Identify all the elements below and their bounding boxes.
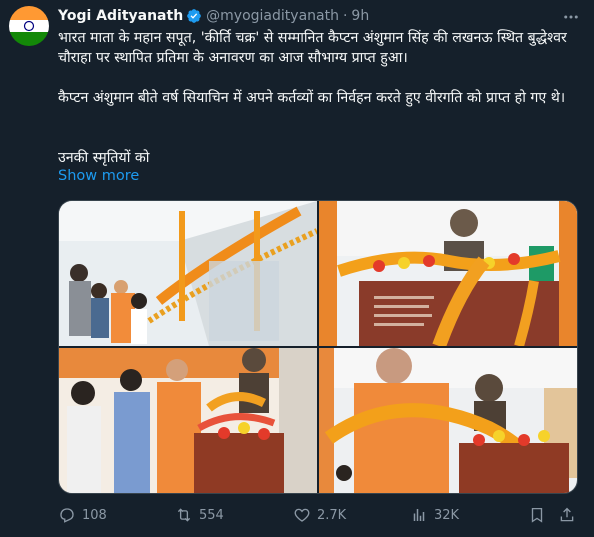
- like-button[interactable]: 2.7K: [293, 505, 346, 525]
- photo-4[interactable]: [319, 348, 577, 493]
- photo-2[interactable]: [319, 201, 577, 346]
- reply-icon: [60, 508, 74, 523]
- bookmark-button[interactable]: [528, 505, 552, 525]
- share-button[interactable]: [558, 505, 582, 525]
- like-count: 2.7K: [317, 507, 347, 523]
- photo-3[interactable]: [59, 348, 317, 493]
- views-count: 32K: [434, 507, 460, 523]
- action-bar: 108 554 2.7K 32K: [58, 505, 578, 525]
- analytics-icon: [413, 509, 425, 521]
- reply-count: 108: [82, 507, 107, 523]
- tweet-text-paragraph-3: उनकी स्मृतियों को: [58, 150, 150, 166]
- retweet-count: 554: [199, 507, 224, 523]
- retweet-button[interactable]: 554: [175, 505, 224, 525]
- avatar[interactable]: [9, 6, 49, 46]
- heart-icon: [294, 508, 310, 522]
- timestamp[interactable]: 9h: [351, 8, 369, 24]
- views-button[interactable]: 32K: [410, 505, 459, 525]
- bookmark-icon: [531, 507, 543, 523]
- media-grid: [58, 200, 578, 494]
- verified-badge-icon: [186, 8, 202, 24]
- tweet[interactable]: Yogi Adityanath @myogiadityanath · 9h भा…: [0, 0, 594, 537]
- tweet-text-paragraph-1: भारत माता के महान सपूत, 'कीर्ति चक्र' से…: [58, 30, 567, 66]
- tweet-text-paragraph-2: कैप्टन अंशुमान बीते वर्ष सियाचिन में अपन…: [58, 90, 566, 106]
- handle[interactable]: @myogiadityanath: [206, 8, 339, 24]
- tweet-header: Yogi Adityanath @myogiadityanath · 9h: [58, 6, 369, 26]
- separator-dot: ·: [342, 8, 348, 24]
- reply-button[interactable]: 108: [58, 505, 107, 525]
- more-options-icon[interactable]: [562, 8, 580, 26]
- photo-1[interactable]: [59, 201, 317, 346]
- retweet-icon: [177, 508, 191, 522]
- share-icon: [560, 507, 574, 522]
- show-more-link[interactable]: Show more: [58, 168, 139, 184]
- display-name[interactable]: Yogi Adityanath: [58, 8, 183, 24]
